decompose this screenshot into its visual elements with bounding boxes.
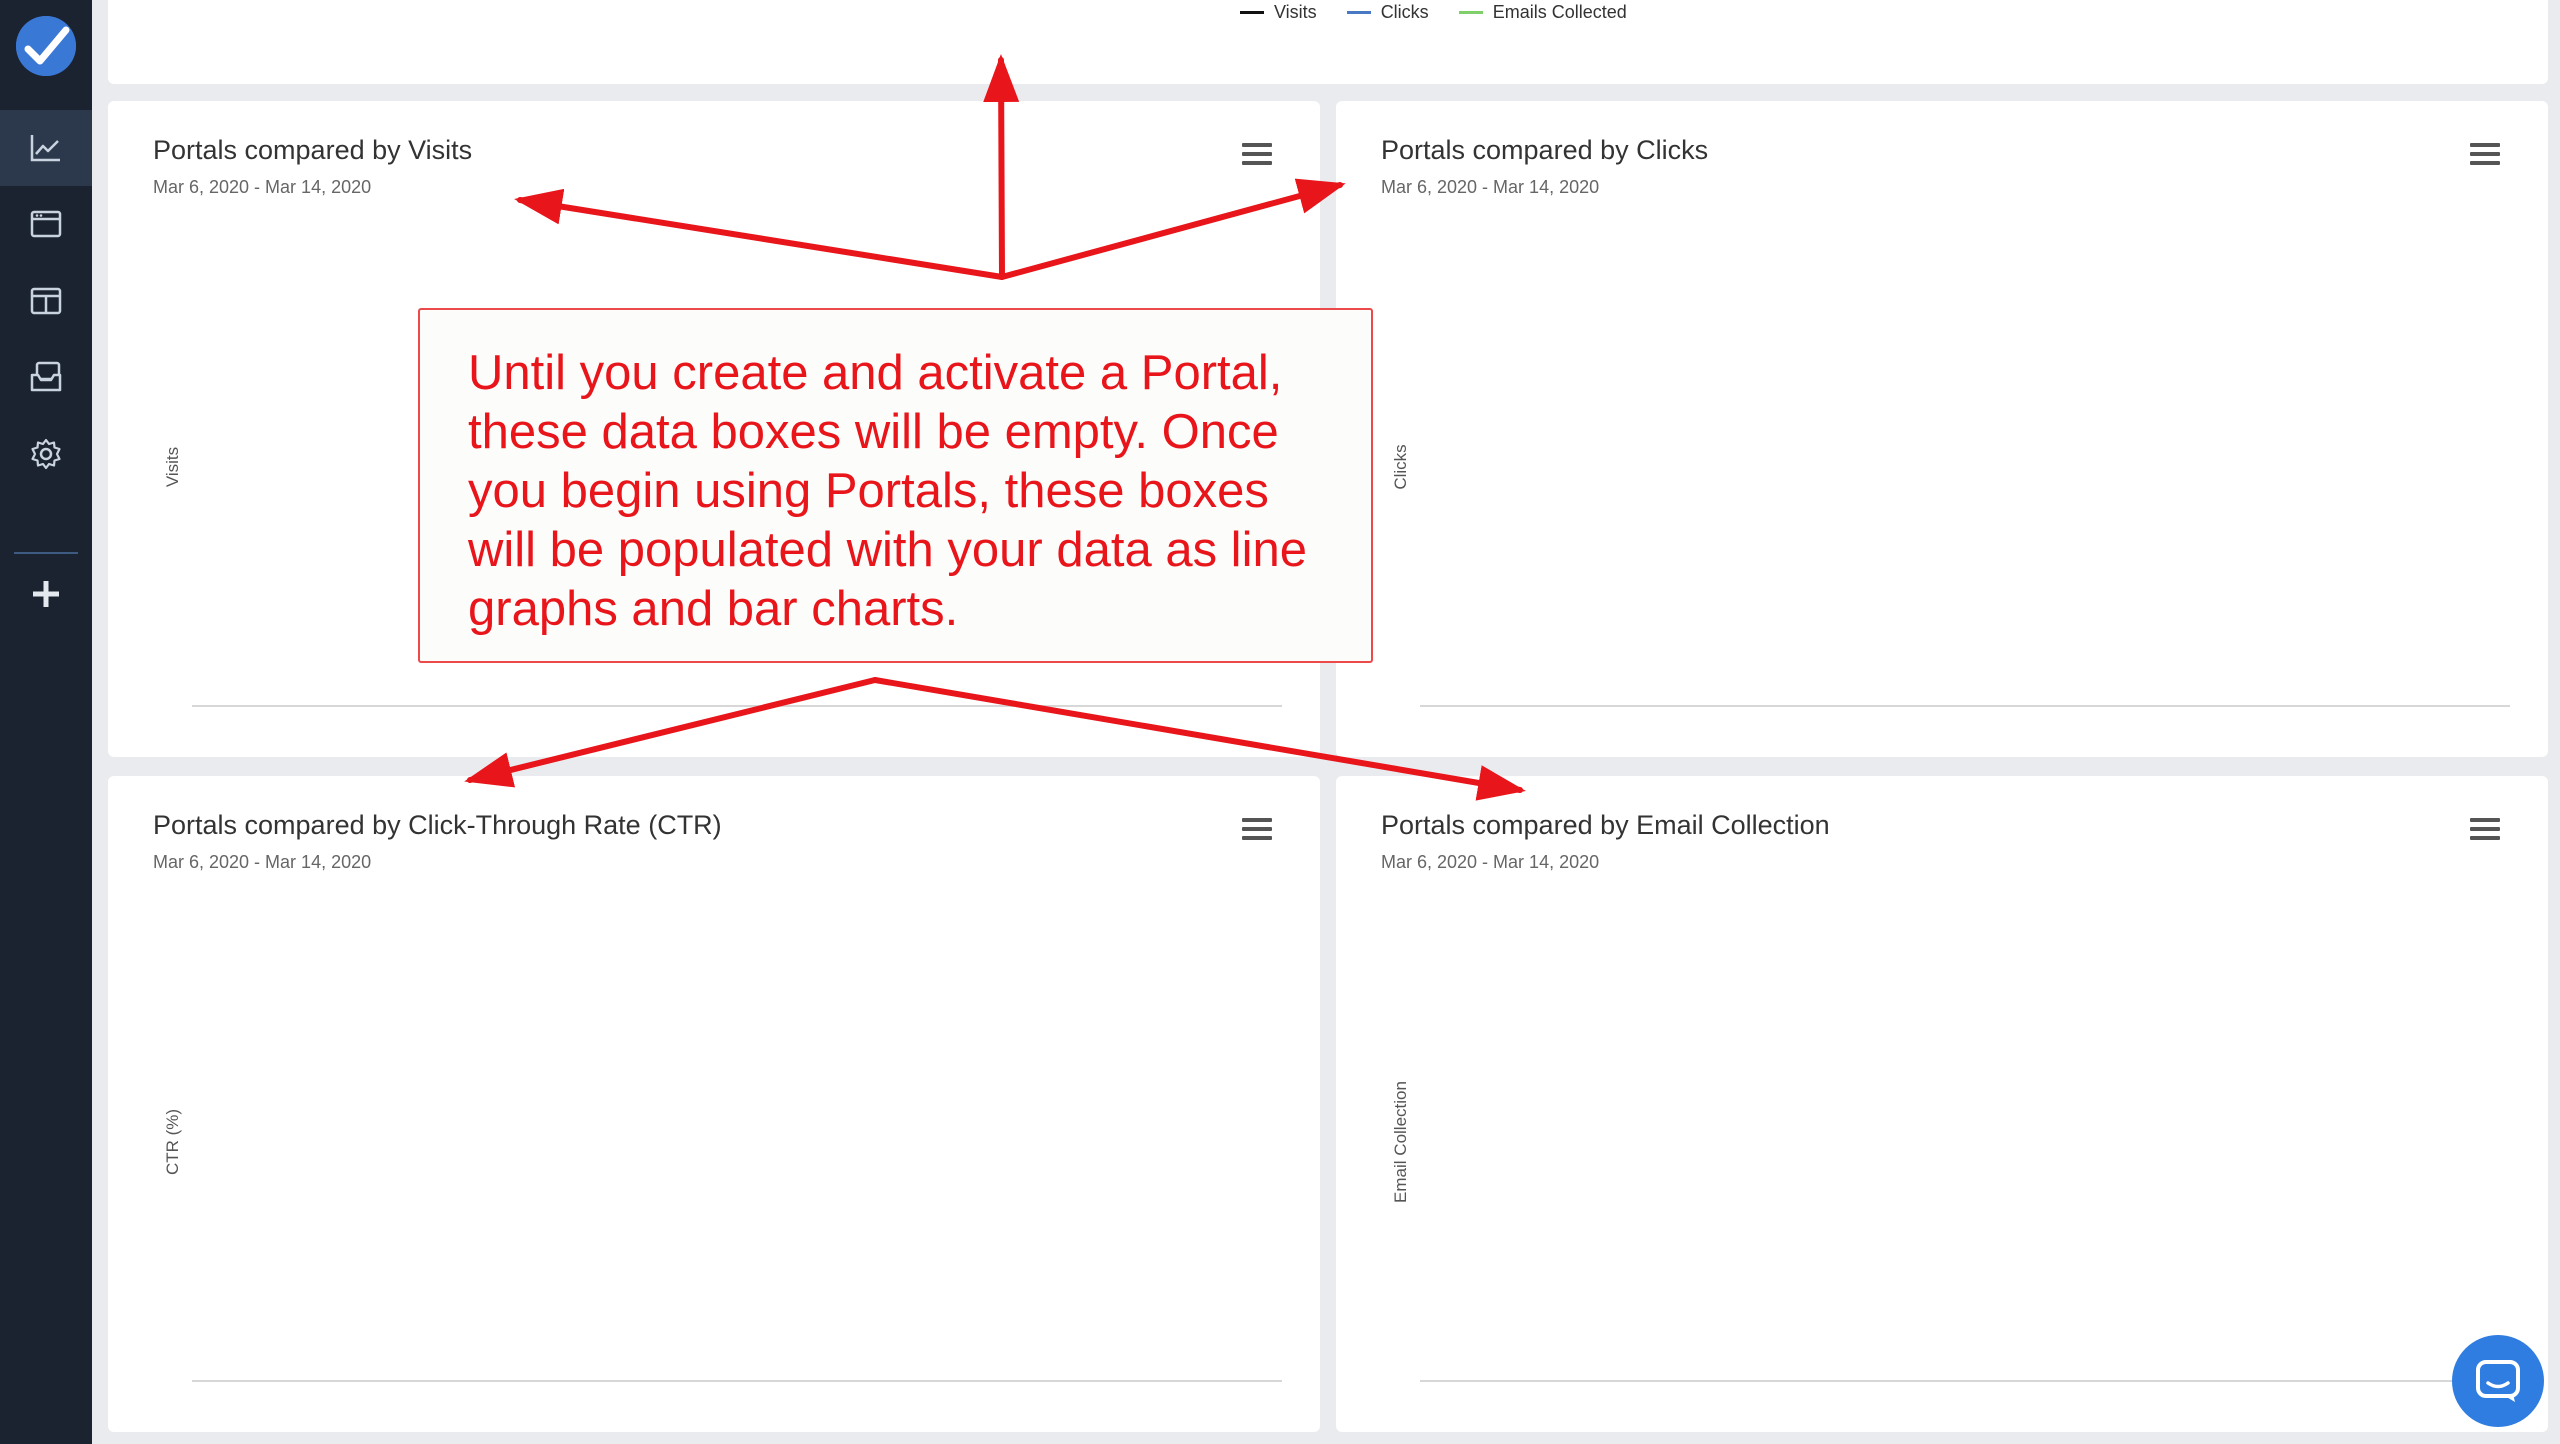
browser-window-icon (30, 210, 62, 238)
hamburger-icon (2470, 818, 2500, 822)
sidebar-item-portals[interactable] (0, 186, 92, 262)
legend-label: Visits (1274, 2, 1317, 22)
sidebar-item-inbox[interactable] (0, 339, 92, 415)
chart-menu-button[interactable] (2470, 818, 2500, 844)
chart-card-ctr: Portals compared by Click-Through Rate (… (108, 776, 1320, 1432)
hamburger-icon (1242, 143, 1272, 147)
chart-title: Portals compared by Clicks (1381, 135, 1709, 165)
chart-date-range: Mar 6, 2020 - Mar 14, 2020 (153, 177, 372, 197)
gear-icon (31, 438, 61, 470)
inbox-stack-icon (30, 361, 62, 392)
hamburger-icon (1242, 818, 1272, 822)
x-axis-line (1420, 705, 2510, 707)
plus-icon (33, 581, 59, 607)
chart-menu-button[interactable] (2470, 143, 2500, 169)
sidebar-item-analytics[interactable] (0, 110, 92, 186)
annotation-callout: Until you create and activate a Portal, … (418, 308, 1373, 663)
y-axis-label: Visits (163, 446, 182, 488)
chat-bubble-icon (2476, 1360, 2520, 1402)
app-logo-icon[interactable] (16, 16, 76, 76)
x-axis-line (192, 1380, 1282, 1382)
sidebar-divider (14, 552, 78, 554)
chart-title: Portals compared by Visits (153, 135, 473, 165)
y-axis-label: Clicks (1391, 444, 1410, 490)
chart-line-icon (30, 135, 60, 162)
legend-swatch (1458, 11, 1483, 14)
legend-label: Emails Collected (1492, 2, 1627, 22)
sidebar-item-layouts[interactable] (0, 263, 92, 339)
chart-card-clicks: Portals compared by Clicks Mar 6, 2020 -… (1336, 101, 2548, 757)
legend-item-clicks[interactable]: Clicks (1346, 2, 1429, 23)
sidebar (0, 0, 92, 1444)
overview-chart-card: Visits Clicks Emails Collected (108, 0, 2548, 84)
chat-launcher-button[interactable] (2452, 1335, 2544, 1427)
legend-label: Clicks (1380, 2, 1429, 22)
chart-menu-button[interactable] (1242, 818, 1272, 844)
columns-icon (30, 287, 62, 315)
chart-menu-button[interactable] (1242, 143, 1272, 169)
chart-legend: Visits Clicks Emails Collected (1240, 2, 1657, 23)
sidebar-item-settings[interactable] (0, 416, 92, 492)
legend-swatch (1346, 11, 1371, 14)
x-axis-line (192, 705, 1282, 707)
y-axis-label: CTR (%) (163, 1108, 182, 1176)
sidebar-add-button[interactable] (0, 556, 92, 632)
legend-swatch (1240, 11, 1264, 14)
chart-title: Portals compared by Email Collection (1381, 810, 1830, 840)
chart-card-email-collection: Portals compared by Email Collection Mar… (1336, 776, 2548, 1432)
legend-item-visits[interactable]: Visits (1240, 2, 1317, 23)
chart-date-range: Mar 6, 2020 - Mar 14, 2020 (1381, 177, 1600, 197)
chart-title: Portals compared by Click-Through Rate (… (153, 810, 722, 840)
chart-date-range: Mar 6, 2020 - Mar 14, 2020 (153, 852, 372, 872)
chart-date-range: Mar 6, 2020 - Mar 14, 2020 (1381, 852, 1600, 872)
hamburger-icon (2470, 143, 2500, 147)
legend-item-emails-collected[interactable]: Emails Collected (1458, 2, 1627, 23)
y-axis-label: Email Collection (1391, 1081, 1410, 1203)
x-axis-line (1420, 1380, 2510, 1382)
